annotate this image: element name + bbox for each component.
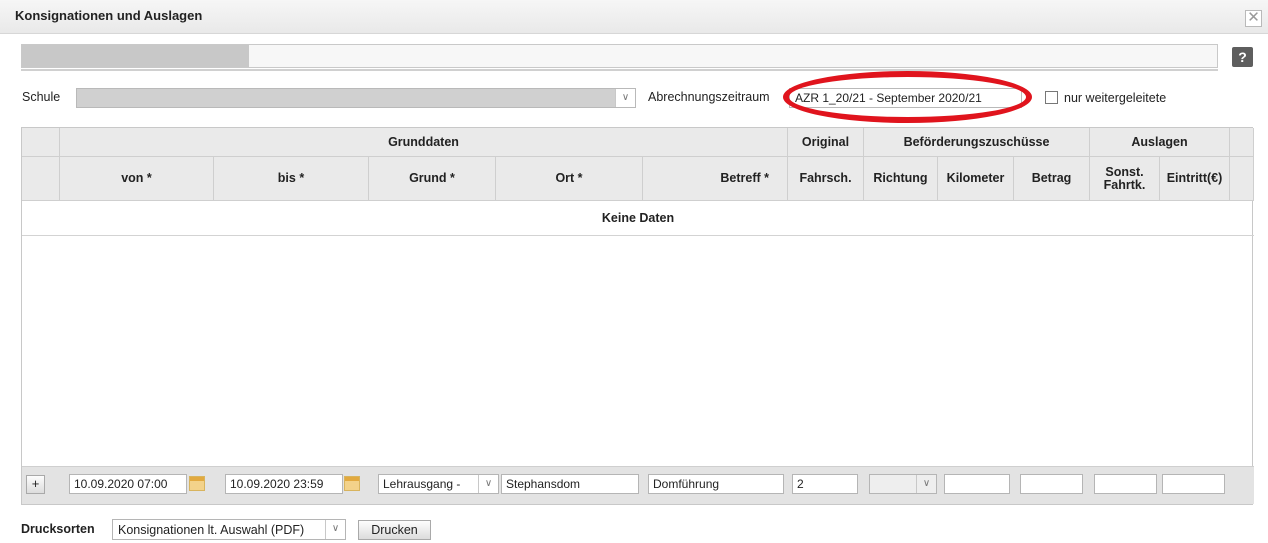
period-label: Abrechnungszeitraum <box>648 90 770 104</box>
group-header-original: Original <box>788 128 864 157</box>
drucksorten-label: Drucksorten <box>21 522 95 536</box>
header-spacer <box>1230 128 1254 157</box>
richtung-select[interactable]: ∨ <box>869 474 937 494</box>
drucksorten-select[interactable]: Konsignationen lt. Auswahl (PDF) ∨ <box>112 519 346 540</box>
betrag-input[interactable] <box>1020 474 1083 494</box>
kilometer-input[interactable] <box>944 474 1010 494</box>
chevron-down-icon[interactable]: ∨ <box>916 475 936 493</box>
drucksorten-value: Konsignationen lt. Auswahl (PDF) <box>118 523 305 537</box>
window-title: Konsignationen und Auslagen <box>15 8 203 23</box>
forwarded-checkbox[interactable] <box>1045 91 1058 104</box>
forwarded-label: nur weitergeleitete <box>1064 91 1167 105</box>
column-header-betrag[interactable]: Betrag <box>1014 157 1090 201</box>
column-header-richtung[interactable]: Richtung <box>864 157 938 201</box>
highlight-annotation <box>783 71 1032 123</box>
column-header-betreff[interactable]: Betreff * <box>643 157 788 201</box>
bis-input[interactable]: 10.09.2020 23:59 <box>225 474 343 494</box>
progress-bar <box>21 44 1218 68</box>
eintritt-input[interactable] <box>1162 474 1225 494</box>
column-header-sonst[interactable]: Sonst. Fahrtk. <box>1090 157 1160 201</box>
column-header-kilometer[interactable]: Kilometer <box>938 157 1014 201</box>
column-header-grund[interactable]: Grund * <box>369 157 496 201</box>
divider <box>21 69 1218 71</box>
column-header-von[interactable]: von * <box>60 157 214 201</box>
calendar-icon[interactable] <box>189 476 205 491</box>
betreff-input[interactable]: Domführung <box>648 474 784 494</box>
new-entry-row: + 10.09.2020 07:00 10.09.2020 23:59 Lehr… <box>22 466 1254 504</box>
ort-input[interactable]: Stephansdom <box>501 474 639 494</box>
header-spacer <box>22 157 60 201</box>
calendar-icon[interactable] <box>344 476 360 491</box>
von-input[interactable]: 10.09.2020 07:00 <box>69 474 187 494</box>
group-header-befoerderung: Beförderungszuschüsse <box>864 128 1090 157</box>
add-row-button[interactable]: + <box>26 475 45 494</box>
schule-select[interactable]: ∨ <box>76 88 636 108</box>
konsignationen-table: Grunddaten Original Beförderungszuschüss… <box>21 127 1254 505</box>
grund-value: Lehrausgang - <box>383 477 461 491</box>
column-header-bis[interactable]: bis * <box>214 157 369 201</box>
group-header-grunddaten: Grunddaten <box>60 128 788 157</box>
group-header-auslagen: Auslagen <box>1090 128 1230 157</box>
chevron-down-icon[interactable]: ∨ <box>325 520 345 539</box>
chevron-down-icon[interactable]: ∨ <box>478 475 498 493</box>
column-header-fahrsch[interactable]: Fahrsch. <box>788 157 864 201</box>
column-header-ort[interactable]: Ort * <box>496 157 643 201</box>
fahrsch-input[interactable]: 2 <box>792 474 858 494</box>
sonst-input[interactable] <box>1094 474 1157 494</box>
chevron-down-icon[interactable]: ∨ <box>615 89 635 107</box>
grund-select[interactable]: Lehrausgang - ∨ <box>378 474 499 494</box>
header-spacer <box>1230 157 1254 201</box>
help-icon[interactable]: ? <box>1232 47 1253 67</box>
print-button[interactable]: Drucken <box>358 520 431 540</box>
empty-message: Keine Daten <box>22 201 1254 236</box>
close-icon[interactable]: ✕ <box>1245 10 1262 27</box>
progress-bar-fill <box>22 45 250 67</box>
column-header-eintritt[interactable]: Eintritt(€) <box>1160 157 1230 201</box>
header-spacer <box>22 128 60 157</box>
schule-label: Schule <box>22 90 61 104</box>
